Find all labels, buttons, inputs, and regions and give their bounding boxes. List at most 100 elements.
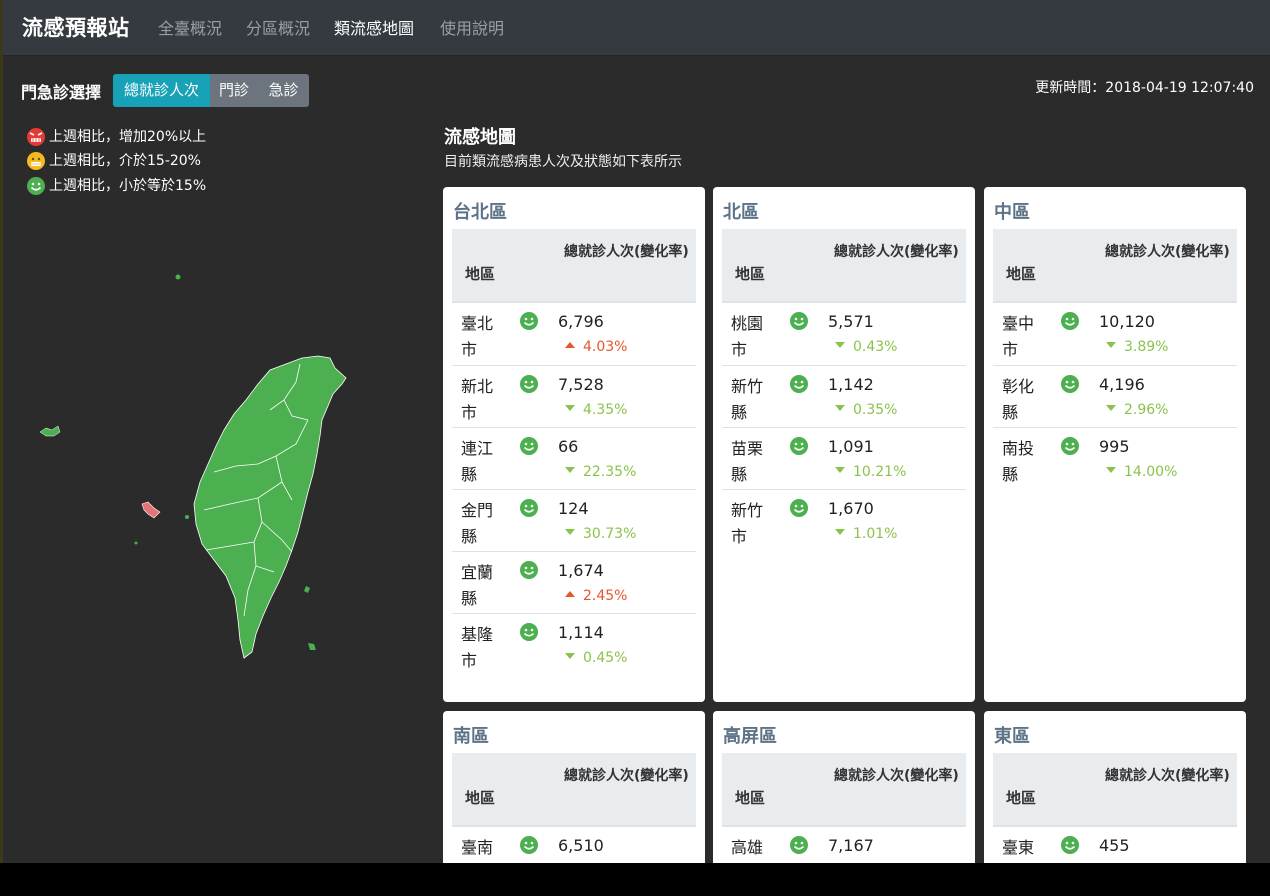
outpatient-button[interactable]: 門診 (210, 74, 258, 107)
emergency-button[interactable]: 急診 (258, 74, 309, 107)
visit-count: 1,114 (558, 623, 604, 642)
region-title: 東區 (994, 726, 1030, 747)
county-name: 金門縣 (461, 501, 494, 546)
change-value: 1.01% (853, 526, 898, 542)
region-card: 北區地區 總就診人次(變化率) 桃園市 5,571 0.43% 新竹縣 1,142 0.35%… (713, 187, 975, 702)
penghu-islands[interactable] (304, 586, 310, 593)
change-value: 14.00% (1124, 464, 1178, 480)
table-row[interactable]: 臺東 455 (993, 827, 1237, 863)
table-row[interactable]: 臺北市 6,796 4.03% (452, 303, 696, 365)
table-row[interactable]: 新竹縣 1,142 0.35% (722, 365, 966, 427)
arrow-down-icon (1106, 405, 1116, 411)
county-name: 新竹市 (731, 501, 764, 546)
table-row[interactable]: 苗栗縣 1,091 10.21% (722, 427, 966, 489)
table-row[interactable]: 連江縣 66 22.35% (452, 427, 696, 489)
green-smile-face-icon (520, 312, 538, 330)
change-rate: 0.43% (835, 338, 897, 356)
table-header: 地區 總就診人次(變化率) (452, 229, 696, 303)
green-smile-face-icon (1061, 312, 1079, 330)
arrow-up-icon (565, 342, 575, 348)
table-header: 地區 總就診人次(變化率) (993, 753, 1237, 827)
visit-count: 995 (1099, 437, 1130, 456)
visit-count: 4,196 (1099, 375, 1145, 394)
total-visits-button[interactable]: 總就診人次 (113, 74, 210, 107)
arrow-down-icon (835, 529, 845, 535)
arrow-down-icon (835, 342, 845, 348)
county-name: 南投縣 (1002, 439, 1035, 484)
table-header: 地區 總就診人次(變化率) (993, 229, 1237, 303)
arrow-down-icon (565, 405, 575, 411)
header-total: 總就診人次(變化率) (834, 244, 959, 260)
red-angry-face-icon (27, 128, 45, 146)
legend-text-green: 上週相比，小於等於15% (49, 178, 207, 194)
green-smile-face-icon (790, 499, 808, 517)
region-card: 高屏區 地區 總就診人次(變化率) 高雄 7,167 (713, 711, 975, 863)
top-navbar: 流感預報站 全臺概況 分區概況 類流感地圖 使用說明 (3, 0, 1270, 56)
table-row[interactable]: 基隆市 1,114 0.45% (452, 613, 696, 675)
table-row[interactable]: 宜蘭縣 1,674 2.45% (452, 551, 696, 613)
change-value: 0.35% (853, 402, 898, 418)
green-smile-face-icon (27, 177, 45, 195)
change-value: 0.43% (853, 339, 898, 355)
table-row[interactable]: 臺南 6,510 (452, 827, 696, 863)
green-smile-face-icon (790, 437, 808, 455)
nav-help[interactable]: 使用說明 (440, 15, 504, 39)
table-row[interactable]: 金門縣 124 30.73% (452, 489, 696, 551)
islet-north (175, 274, 181, 280)
table-row[interactable]: 桃園市 5,571 0.43% (722, 303, 966, 365)
change-rate: 3.89% (1106, 338, 1168, 356)
nav-overview[interactable]: 全臺概況 (158, 15, 222, 39)
region-card: 南區 地區 總就診人次(變化率) 臺南 6,510 (443, 711, 705, 863)
header-area: 地區 (1006, 265, 1037, 283)
legend-item-yellow: 上週相比，介於15-20% (26, 151, 201, 171)
county-name: 苗栗縣 (731, 439, 764, 484)
header-total: 總就診人次(變化率) (834, 768, 959, 784)
header-area: 地區 (735, 265, 766, 283)
green-smile-face-icon (790, 375, 808, 393)
green-island[interactable] (308, 643, 316, 650)
arrow-down-icon (835, 405, 845, 411)
table-row[interactable]: 臺中市 10,120 3.89% (993, 303, 1237, 365)
arrow-up-icon (565, 591, 575, 597)
change-value: 30.73% (583, 526, 637, 542)
visit-count: 1,674 (558, 561, 604, 580)
green-smile-face-icon (1061, 437, 1079, 455)
change-value: 22.35% (583, 464, 637, 480)
kinmen-island[interactable] (141, 501, 161, 519)
county-name: 桃園市 (731, 314, 764, 359)
region-card: 東區地區 總就診人次(變化率) 臺東 455 (984, 711, 1246, 863)
county-name: 新北市 (461, 377, 494, 422)
legend-item-green: 上週相比，小於等於15% (26, 176, 206, 196)
matsu-islands[interactable] (39, 425, 61, 437)
change-rate: 10.21% (835, 463, 906, 481)
change-rate: 22.35% (565, 463, 636, 481)
header-area: 地區 (465, 789, 496, 807)
change-value: 3.89% (1124, 339, 1169, 355)
visit-count: 7,167 (828, 836, 874, 855)
table-header: 地區 總就診人次(變化率) (722, 229, 966, 303)
region-title: 中區 (994, 202, 1030, 223)
taiwan-map[interactable] (30, 260, 360, 670)
brand-logo[interactable]: 流感預報站 (22, 12, 130, 42)
change-value: 4.35% (583, 402, 628, 418)
arrow-down-icon (565, 653, 575, 659)
legend-item-red: 上週相比，增加20%以上 (26, 127, 206, 147)
visit-count: 10,120 (1099, 312, 1155, 331)
county-name: 新竹縣 (731, 377, 764, 422)
region-card: 中區 地區 總就診人次(變化率) 臺中市 10,120 3.89% 彰化縣 4,196 2.96… (984, 187, 1246, 702)
table-row[interactable]: 南投縣 995 14.00% (993, 427, 1237, 489)
legend-text-red: 上週相比，增加20%以上 (49, 129, 207, 145)
nav-flu-map[interactable]: 類流感地圖 (334, 15, 414, 39)
header-total: 總就診人次(變化率) (564, 244, 689, 260)
header-total: 總就診人次(變化率) (564, 768, 689, 784)
region-title: 北區 (723, 202, 759, 223)
arrow-down-icon (835, 467, 845, 473)
table-row[interactable]: 高雄 7,167 (722, 827, 966, 863)
table-row[interactable]: 彰化縣 4,196 2.96% (993, 365, 1237, 427)
table-row[interactable]: 新北市 7,528 4.35% (452, 365, 696, 427)
county-name: 臺東 (1002, 838, 1035, 857)
app-root: 流感預報站 全臺概況 分區概況 類流感地圖 使用說明 門急診選擇 總就診人次 門… (0, 0, 1270, 863)
green-smile-face-icon (520, 375, 538, 393)
nav-regional[interactable]: 分區概況 (246, 15, 310, 39)
table-row[interactable]: 新竹市 1,670 1.01% (722, 489, 966, 551)
